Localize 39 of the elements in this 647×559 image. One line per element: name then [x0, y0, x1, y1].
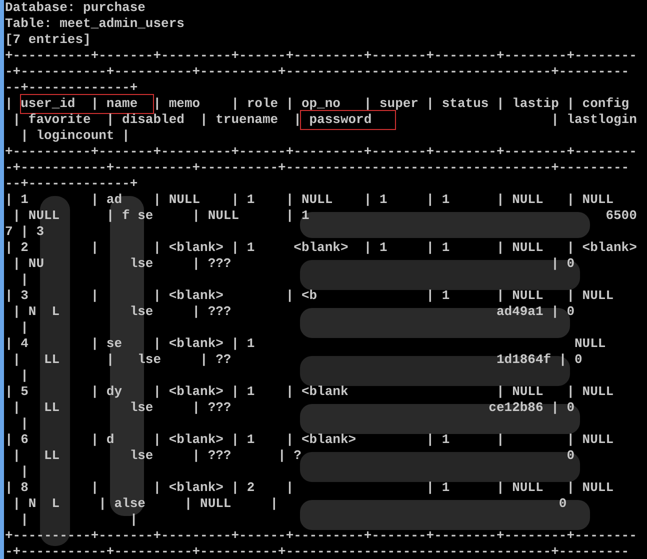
terminal-text: |	[5, 96, 14, 112]
terminal-line: | 1 | ad | NULL | 1 | NULL | 1 | 1 | NULL | NULL	[5, 192, 614, 208]
terminal-line: -+-----------+----------+----------+----------------------------------+---------	[5, 160, 630, 176]
terminal-line: | LL lse | ??? | ? 0	[12, 448, 576, 464]
terminal-line: | 5 | dy | <blank> | 1 | <blank | NULL | NULL	[5, 384, 614, 400]
terminal-text: | lastlogin	[550, 112, 637, 128]
terminal-line: |	[20, 320, 30, 336]
highlighted-text: password	[300, 110, 396, 130]
terminal-line: |	[20, 416, 30, 432]
terminal-line: | 3 | | <blank> | <b | 1 | NULL | NULL	[5, 288, 614, 304]
terminal-line: | N L lse | ??? ad49a1 | 0	[12, 304, 576, 320]
terminal-text: | memo | role | op_no | super | status | lastip | config	[153, 96, 630, 112]
terminal-line: Database: purchase	[5, 0, 146, 16]
terminal-line: [7 entries]	[5, 32, 92, 48]
terminal-line: | |	[20, 512, 139, 528]
terminal-line: | 4 | se | <blank> | 1 NULL	[5, 336, 607, 352]
terminal-line: | logincount |	[20, 128, 131, 144]
terminal-line: 7 | 3	[5, 224, 46, 240]
terminal-line: | NU lse | ??? | 0	[12, 256, 576, 272]
terminal-line: Table: meet_admin_users	[5, 16, 186, 32]
terminal-line: |	[20, 464, 30, 480]
terminal-line: | LL | lse | ?? 1d1864f | 0	[12, 352, 584, 368]
terminal-line: |	[20, 272, 30, 288]
terminal-line: +----------+-------+---------+------+---------+-------+--------+--------+--------	[5, 48, 638, 64]
terminal-line: -+-----------+----------+----------+----------------------------------+---------	[5, 64, 630, 80]
terminal-line: | LL lse | ??? ce12b86 | 0	[12, 400, 576, 416]
terminal-line: |	[20, 368, 30, 384]
terminal-line: | N L | alse | NULL | 0	[12, 496, 568, 512]
terminal-line: -+-----------+----------+----------+----------------------------------+---------	[5, 544, 630, 559]
terminal-line: --+-------------+	[5, 176, 139, 192]
terminal-line: --+-------------+	[5, 80, 139, 96]
terminal-line: | NULL | f se | NULL | 1 6500	[12, 208, 638, 224]
terminal-line: | 8 | | <blank> | 2 | | 1 | NULL | NULL	[5, 480, 614, 496]
terminal-text: | favorite | disabled | truename |	[12, 112, 302, 128]
terminal-line: | 6 | d | <blank> | 1 | <blank> | 1 | | NULL	[5, 432, 614, 448]
terminal-line: +----------+-------+---------+------+---------+-------+--------+--------+--------	[5, 144, 638, 160]
terminal-line: | 2 | | <blank> | 1 <blank> | 1 | 1 | NULL | <blank>	[5, 240, 638, 256]
highlighted-text: user_id | name	[20, 94, 154, 114]
terminal-line: +----------+-------+---------+------+---------+-------+--------+--------+--------	[5, 528, 638, 544]
